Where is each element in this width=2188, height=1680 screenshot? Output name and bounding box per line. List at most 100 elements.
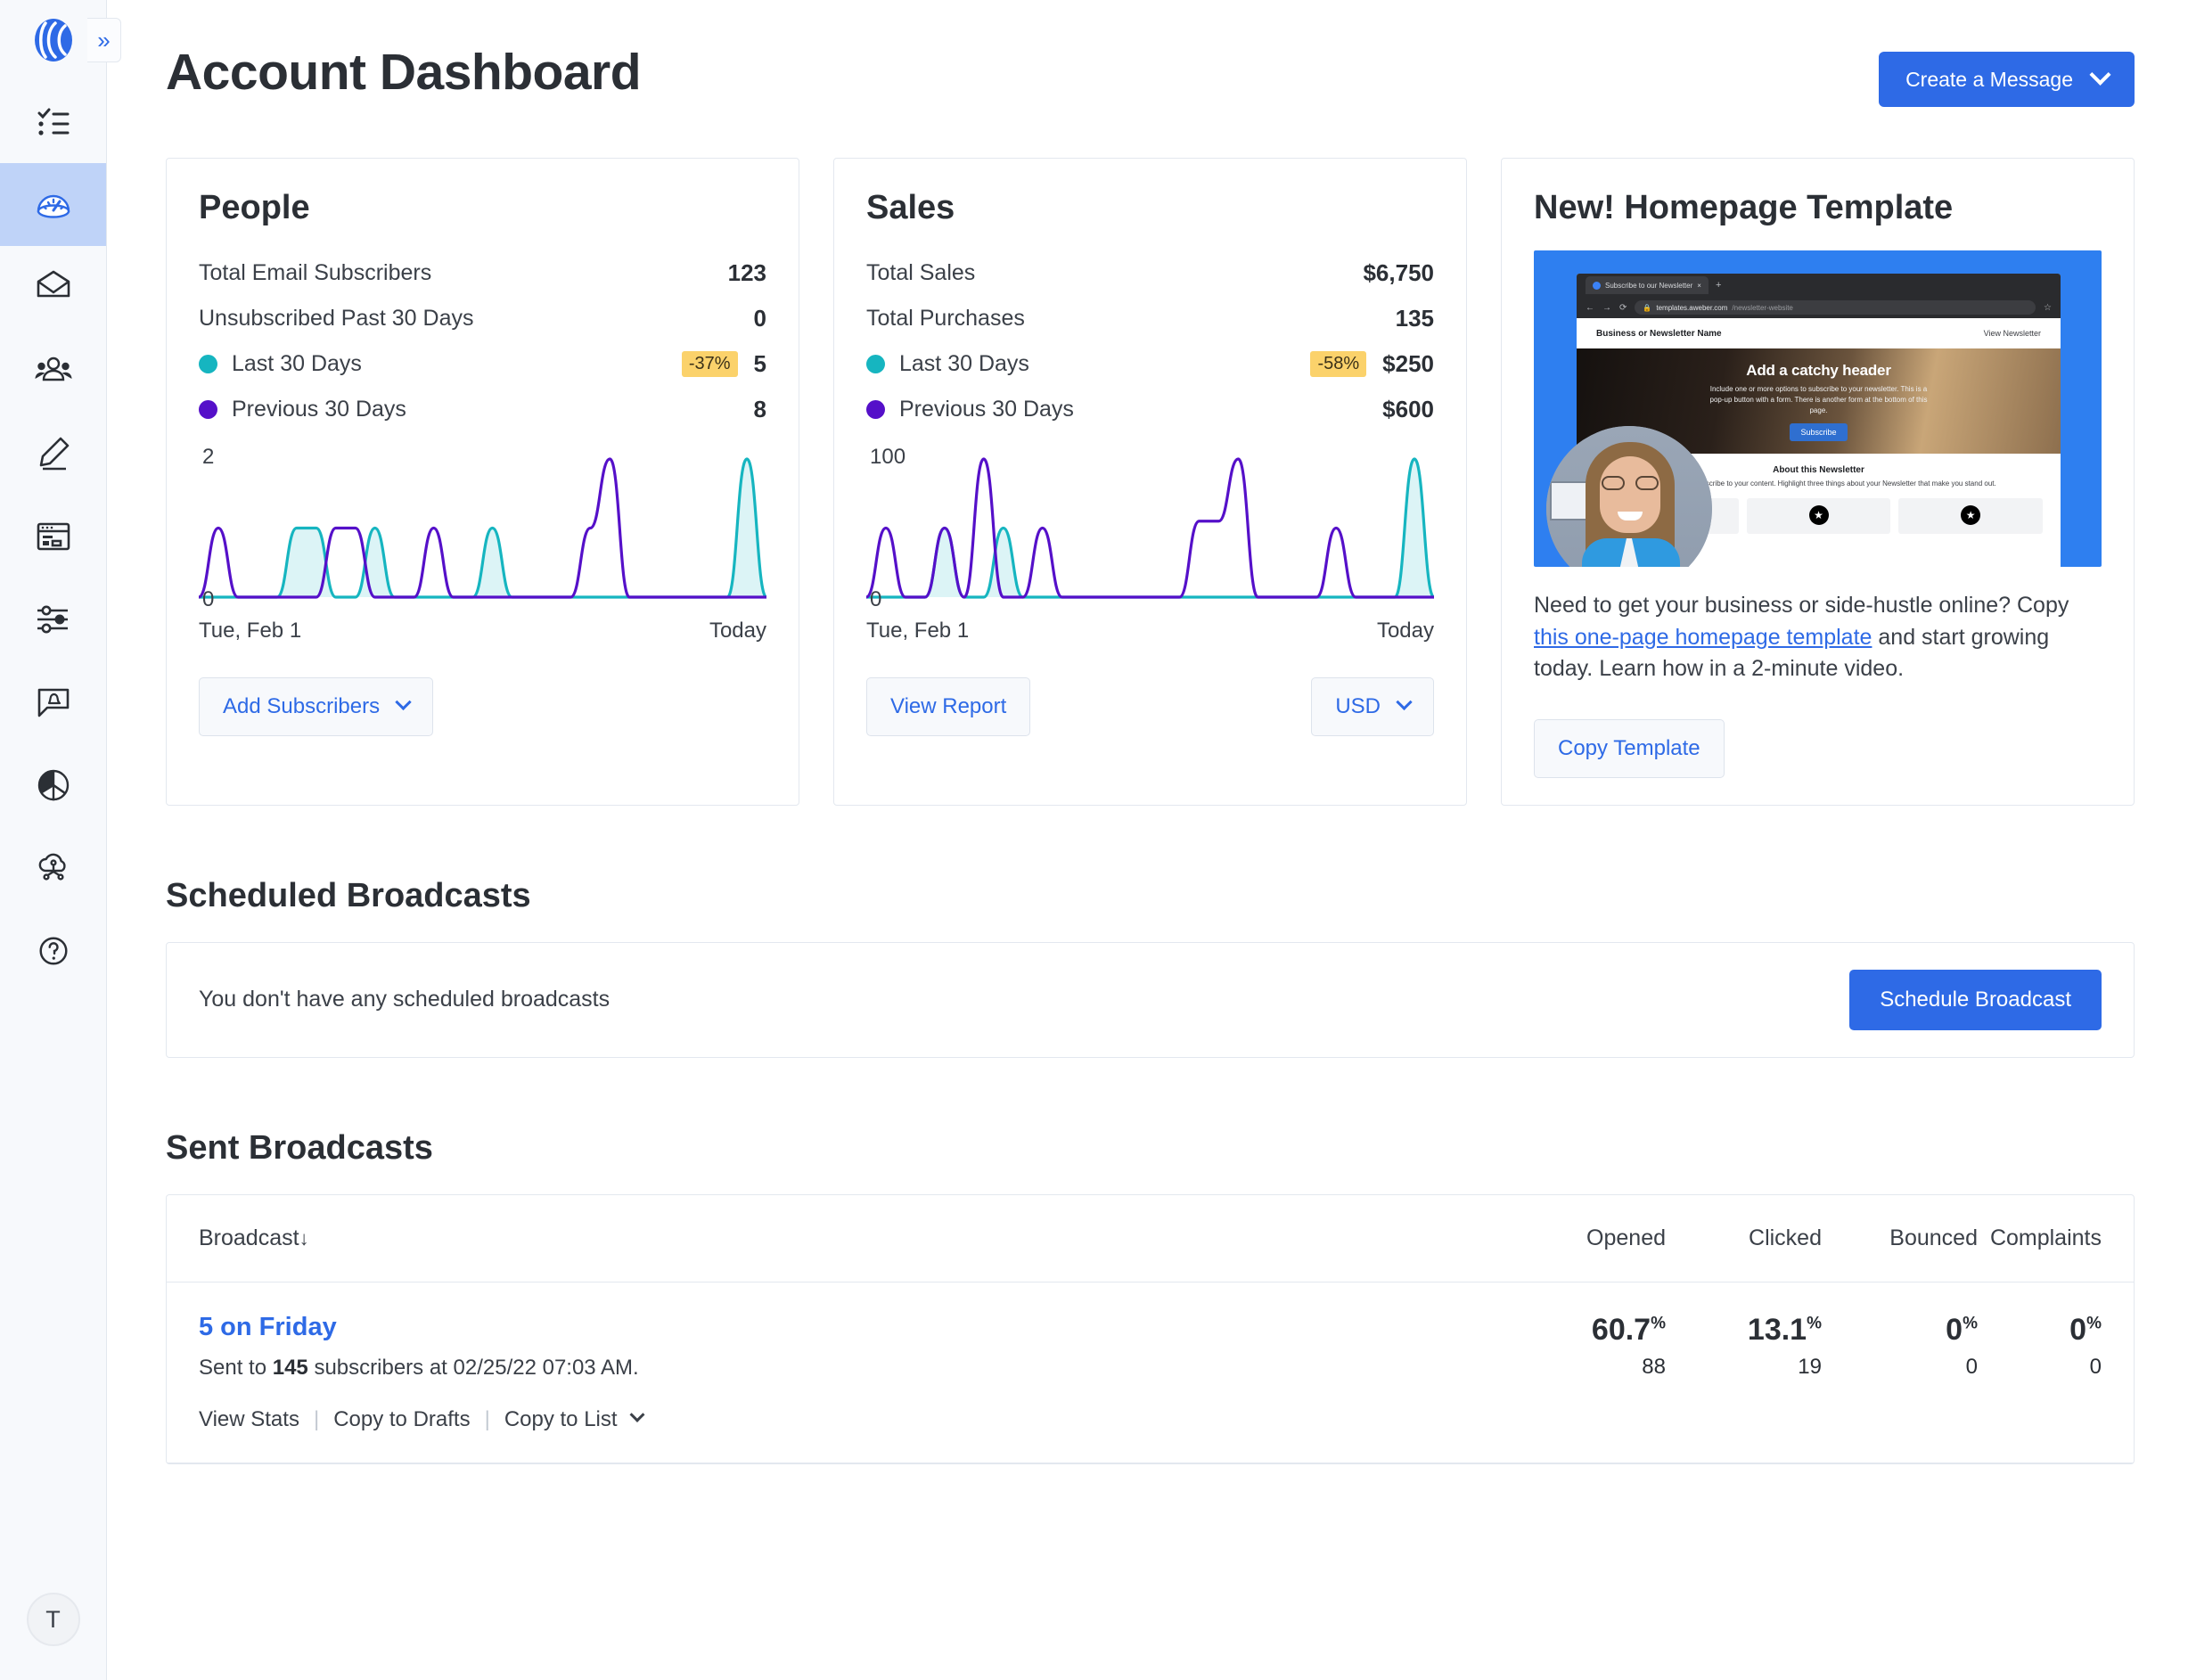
copy-template-button[interactable]: Copy Template: [1534, 719, 1725, 778]
avatar[interactable]: T: [27, 1593, 80, 1646]
sidebar-item-help[interactable]: [0, 909, 106, 992]
sort-descending-icon: ↓: [299, 1227, 309, 1250]
percent-sign: %: [1963, 1314, 1978, 1332]
main-content: Account Dashboard Create a Message Peopl…: [107, 0, 2188, 1680]
sales-card: Sales Total Sales $6,750 Total Purchases…: [833, 158, 1467, 806]
change-badge: -37%: [682, 351, 738, 377]
change-badge: -58%: [1310, 351, 1366, 377]
column-header-broadcast[interactable]: Broadcast↓: [167, 1195, 1510, 1283]
promo-video-thumbnail[interactable]: Subscribe to our Newsletter × + ← → ⟳ 🔒 …: [1534, 250, 2102, 567]
stat-row: Last 30 Days -58% $250: [866, 341, 1434, 387]
sales-chart: 100 0 Tue, Feb 1 Today: [866, 452, 1434, 643]
schedule-broadcast-button[interactable]: Schedule Broadcast: [1849, 970, 2102, 1030]
legend-dot-previous-30-days: [866, 400, 885, 419]
site-header: Business or Newsletter Name View Newslet…: [1577, 318, 2061, 348]
sidebar-nav: [0, 80, 106, 992]
url-field: 🔒 templates.aweber.com /newsletter-websi…: [1635, 300, 2036, 315]
clicked-percent: 13.1%: [1666, 1313, 1822, 1348]
people-icon: [35, 352, 72, 389]
chevron-down-icon: [2089, 63, 2110, 85]
sidebar-item-subscribers[interactable]: [0, 329, 106, 412]
currency-select[interactable]: USD: [1311, 677, 1434, 736]
people-chart: 2 0 Tue, Feb 1 Today: [199, 452, 766, 643]
opened-percent-value: 60.7: [1592, 1313, 1651, 1347]
bounced-percent: 0%: [1822, 1313, 1978, 1348]
column-header-opened[interactable]: Opened: [1510, 1195, 1666, 1283]
x-axis-start-label: Tue, Feb 1: [866, 619, 969, 643]
browser-tab: Subscribe to our Newsletter ×: [1586, 276, 1709, 294]
broadcast-sent-info: Sent to 145 subscribers at 02/25/22 07:0…: [199, 1356, 1510, 1381]
stat-value: $600: [1382, 396, 1434, 423]
legend-dot-last-30-days: [866, 355, 885, 373]
clicked-count: 19: [1666, 1355, 1822, 1380]
stat-row: Total Email Subscribers 123: [199, 250, 766, 296]
view-report-button[interactable]: View Report: [866, 677, 1030, 736]
sales-chart-svg: [866, 452, 1434, 617]
url-domain: templates.aweber.com: [1656, 304, 1727, 312]
promo-text-before: Need to get your business or side-hustle…: [1534, 593, 2069, 618]
y-axis-max-label: 100: [870, 445, 906, 470]
scheduled-broadcasts-heading: Scheduled Broadcasts: [166, 877, 2135, 915]
star-icon: ★: [1961, 505, 1980, 525]
x-axis-end-label: Today: [1377, 619, 1434, 643]
sidebar-item-integrations[interactable]: [0, 826, 106, 909]
sidebar-item-web-pages[interactable]: [0, 495, 106, 578]
table-row: 5 on Friday Sent to 145 subscribers at 0…: [167, 1282, 2134, 1463]
copy-to-list-link[interactable]: Copy to List: [504, 1407, 618, 1432]
browser-addressbar: ← → ⟳ 🔒 templates.aweber.com /newsletter…: [1577, 297, 2061, 318]
reload-icon: ⟳: [1619, 303, 1627, 313]
pencil-icon: [35, 435, 72, 472]
column-header-complaints[interactable]: Complaints: [1978, 1195, 2134, 1283]
sidebar-item-push-notifications[interactable]: [0, 660, 106, 743]
x-axis-start-label: Tue, Feb 1: [199, 619, 301, 643]
sidebar-item-dashboard[interactable]: [0, 163, 106, 246]
sent-broadcasts-heading: Sent Broadcasts: [166, 1129, 2135, 1168]
promo-card-actions: Copy Template: [1534, 719, 2102, 778]
envelope-icon: [35, 269, 72, 307]
promo-card-title: New! Homepage Template: [1534, 189, 2102, 227]
y-axis-max-label: 2: [202, 445, 214, 470]
sidebar-item-tasks[interactable]: [0, 80, 106, 163]
feature-card: ★: [1898, 498, 2043, 534]
star-icon: ★: [1809, 505, 1829, 525]
complaints-count: 0: [1978, 1355, 2102, 1380]
aweber-logo-icon[interactable]: [30, 17, 77, 63]
sidebar-item-landing-pages[interactable]: [0, 412, 106, 495]
homepage-template-card: New! Homepage Template Subscribe to our …: [1501, 158, 2135, 806]
sent-broadcasts-table: Broadcast↓ Opened Clicked Bounced Compla…: [167, 1195, 2134, 1463]
stat-value: 123: [728, 259, 766, 287]
column-header-clicked[interactable]: Clicked: [1666, 1195, 1822, 1283]
create-message-button[interactable]: Create a Message: [1879, 52, 2135, 107]
bounced-percent-value: 0: [1946, 1313, 1963, 1347]
stat-label: Previous 30 Days: [899, 397, 1074, 422]
view-stats-link[interactable]: View Stats: [199, 1407, 299, 1432]
sidebar-item-reports[interactable]: [0, 743, 106, 826]
table-header-row: Broadcast↓ Opened Clicked Bounced Compla…: [167, 1195, 2134, 1283]
stat-row: Previous 30 Days $600: [866, 387, 1434, 432]
add-subscribers-button[interactable]: Add Subscribers: [199, 677, 433, 736]
page-title: Account Dashboard: [166, 46, 641, 100]
x-axis-end-label: Today: [709, 619, 766, 643]
sent-broadcasts-panel: Broadcast↓ Opened Clicked Bounced Compla…: [166, 1194, 2135, 1464]
stat-row: Unsubscribed Past 30 Days 0: [199, 296, 766, 341]
column-header-bounced[interactable]: Bounced: [1822, 1195, 1978, 1283]
stat-label: Last 30 Days: [899, 351, 1029, 377]
people-chart-x-labels: Tue, Feb 1 Today: [199, 619, 766, 643]
sent-count: 145: [273, 1356, 308, 1380]
view-report-label: View Report: [890, 694, 1006, 719]
chevron-down-icon[interactable]: [629, 1406, 644, 1422]
copy-to-drafts-link[interactable]: Copy to Drafts: [333, 1407, 470, 1432]
create-message-label: Create a Message: [1905, 68, 2073, 92]
chevron-down-icon: [395, 693, 411, 709]
people-card-actions: Add Subscribers: [199, 677, 766, 736]
hero-subscribe-button: Subscribe: [1790, 423, 1847, 441]
sidebar-collapse-toggle[interactable]: »: [87, 18, 121, 62]
homepage-template-link[interactable]: this one-page homepage template: [1534, 625, 1872, 650]
add-subscribers-label: Add Subscribers: [223, 694, 380, 719]
stat-value: 5: [754, 350, 766, 378]
opened-metric-cell: 60.7% 88: [1510, 1282, 1666, 1463]
broadcast-title-link[interactable]: 5 on Friday: [199, 1313, 337, 1341]
sidebar-item-automations[interactable]: [0, 578, 106, 660]
pie-chart-icon: [35, 766, 72, 804]
sidebar-item-messages[interactable]: [0, 246, 106, 329]
